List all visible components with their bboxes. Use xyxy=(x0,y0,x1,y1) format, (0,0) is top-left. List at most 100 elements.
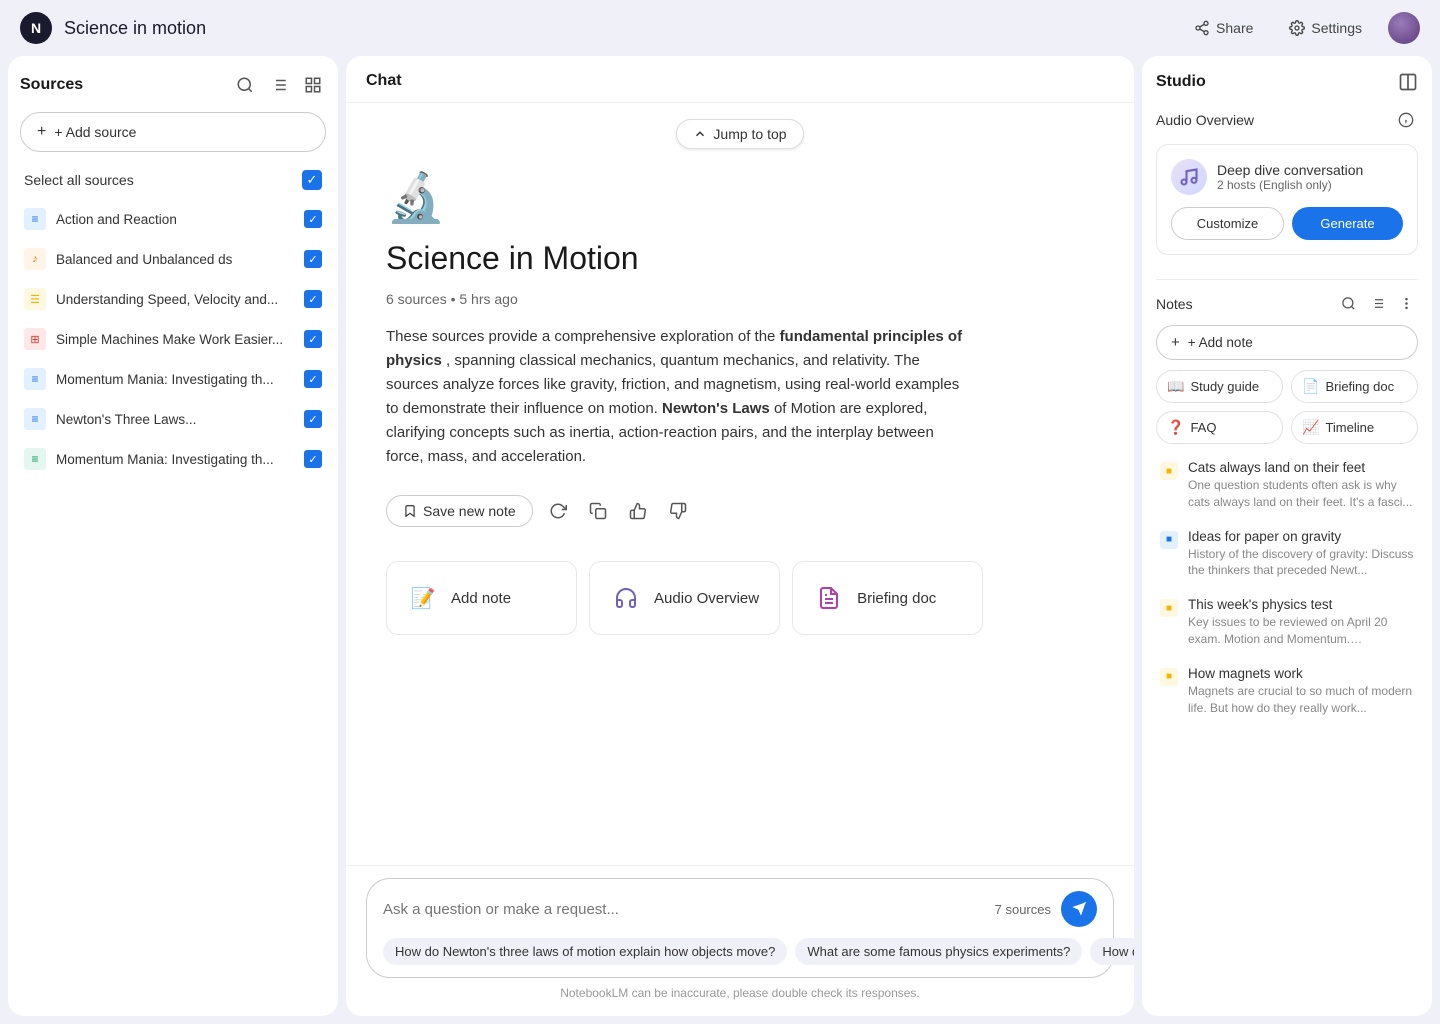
thumbs-down-button[interactable] xyxy=(663,496,693,526)
audio-overview-card[interactable]: Audio Overview xyxy=(589,561,780,635)
add-source-button[interactable]: + + Add source xyxy=(20,112,326,152)
plus-icon: + xyxy=(1171,334,1180,351)
sources-count-badge: 7 sources xyxy=(995,902,1051,917)
studio-header: Studio xyxy=(1156,72,1418,92)
footer-disclaimer: NotebookLM can be inaccurate, please dou… xyxy=(366,986,1114,1000)
source-icon: ≡ xyxy=(24,448,46,470)
sort-notes-button[interactable] xyxy=(1366,292,1389,315)
search-notes-button[interactable] xyxy=(1337,292,1360,315)
settings-button[interactable]: Settings xyxy=(1279,14,1372,42)
chat-main-title: Science in Motion xyxy=(386,240,639,277)
audio-overview-info-button[interactable] xyxy=(1394,108,1418,132)
timeline-button[interactable]: 📈 Timeline xyxy=(1291,411,1418,444)
add-note-card-label: Add note xyxy=(451,590,511,607)
source-checkbox[interactable]: ✓ xyxy=(304,290,322,308)
note-bullet-4: ■ xyxy=(1160,668,1178,686)
audio-overview-card-label: Audio Overview xyxy=(654,590,759,607)
source-checkbox[interactable]: ✓ xyxy=(304,370,322,388)
sidebar-tools xyxy=(232,72,326,98)
topbar: N Science in motion Share Settings xyxy=(0,0,1440,56)
select-all-label: Select all sources xyxy=(24,172,134,188)
chat-input[interactable] xyxy=(383,901,985,918)
chat-description: These sources provide a comprehensive ex… xyxy=(386,325,966,469)
copy-button[interactable] xyxy=(583,496,613,526)
divider xyxy=(1156,279,1418,280)
suggestions-row: How do Newton's three laws of motion exp… xyxy=(383,937,1097,965)
share-button[interactable]: Share xyxy=(1184,14,1263,42)
note-item-1[interactable]: ■ Cats always land on their feet One que… xyxy=(1156,452,1418,519)
copy-icon xyxy=(589,502,607,520)
note-item-4[interactable]: ■ How magnets work Magnets are crucial t… xyxy=(1156,658,1418,725)
list-item[interactable]: ☰ Understanding Speed, Velocity and... ✓ xyxy=(20,280,326,318)
timeline-icon: 📈 xyxy=(1302,419,1319,436)
note-title-1: Cats always land on their feet xyxy=(1188,460,1414,475)
filter-sources-button[interactable] xyxy=(266,72,292,98)
note-preview-1: One question students often ask is why c… xyxy=(1188,477,1414,511)
send-button[interactable] xyxy=(1061,891,1097,927)
select-all-checkbox[interactable]: ✓ xyxy=(302,170,322,190)
briefing-doc-button[interactable]: 📄 Briefing doc xyxy=(1291,370,1418,403)
select-all-row[interactable]: Select all sources ✓ xyxy=(20,164,326,196)
sources-sidebar: Sources xyxy=(8,56,338,1016)
note-preview-4: Magnets are crucial to so much of modern… xyxy=(1188,683,1414,717)
note-type-buttons: 📖 Study guide 📄 Briefing doc ❓ FAQ 📈 Tim… xyxy=(1156,370,1418,444)
refresh-icon xyxy=(549,502,567,520)
search-notes-icon xyxy=(1341,296,1356,311)
customize-button[interactable]: Customize xyxy=(1171,207,1284,240)
list-item[interactable]: ≡ Newton's Three Laws... ✓ xyxy=(20,400,326,438)
columns-icon xyxy=(1398,72,1418,92)
note-preview-2: History of the discovery of gravity: Dis… xyxy=(1188,546,1414,580)
bookmark-icon xyxy=(403,504,417,518)
list-item[interactable]: ♪ Balanced and Unbalanced ds ✓ xyxy=(20,240,326,278)
note-title-4: How magnets work xyxy=(1188,666,1414,681)
user-avatar[interactable] xyxy=(1388,12,1420,44)
note-bullet-3: ■ xyxy=(1160,599,1178,617)
chat-body: Jump to top 🔬 Science in Motion 6 source… xyxy=(346,103,1134,865)
suggestion-chip-1[interactable]: How do Newton's three laws of motion exp… xyxy=(383,938,787,965)
notes-more-button[interactable] xyxy=(1395,292,1418,315)
list-item[interactable]: ≡ Momentum Mania: Investigating th... ✓ xyxy=(20,440,326,478)
suggestion-chip-2[interactable]: What are some famous physics experiments… xyxy=(795,938,1082,965)
jump-to-top-button[interactable]: Jump to top xyxy=(676,119,803,149)
note-item-3[interactable]: ■ This week's physics test Key issues to… xyxy=(1156,589,1418,656)
layout-toggle-button[interactable] xyxy=(300,72,326,98)
chat-intro: 🔬 Science in Motion 6 sources • 5 hrs ag… xyxy=(386,169,1094,635)
studio-layout-toggle[interactable] xyxy=(1398,72,1418,92)
note-bullet-1: ■ xyxy=(1160,462,1178,480)
briefing-doc-icon: 📄 xyxy=(1302,378,1319,395)
list-item[interactable]: ≡ Momentum Mania: Investigating th... ✓ xyxy=(20,360,326,398)
list-item[interactable]: ⊞ Simple Machines Make Work Easier... ✓ xyxy=(20,320,326,358)
study-guide-button[interactable]: 📖 Study guide xyxy=(1156,370,1283,403)
note-item-2[interactable]: ■ Ideas for paper on gravity History of … xyxy=(1156,521,1418,588)
deep-dive-card: Deep dive conversation 2 hosts (English … xyxy=(1156,144,1418,255)
source-checkbox[interactable]: ✓ xyxy=(304,330,322,348)
thumbs-up-button[interactable] xyxy=(623,496,653,526)
suggestion-chip-3[interactable]: How do the laws of gra at very high spee… xyxy=(1090,938,1134,965)
source-icon: ≡ xyxy=(24,408,46,430)
sidebar-header: Sources xyxy=(20,72,326,98)
source-checkbox[interactable]: ✓ xyxy=(304,210,322,228)
save-new-note-button[interactable]: Save new note xyxy=(386,495,533,527)
note-bullet-2: ■ xyxy=(1160,531,1178,549)
source-checkbox[interactable]: ✓ xyxy=(304,250,322,268)
list-item[interactable]: ≡ Action and Reaction ✓ xyxy=(20,200,326,238)
chevron-up-icon xyxy=(693,127,707,141)
source-checkbox[interactable]: ✓ xyxy=(304,410,322,428)
source-checkbox[interactable]: ✓ xyxy=(304,450,322,468)
more-vertical-icon xyxy=(1399,296,1414,311)
chat-footer: 7 sources How do Newton's three laws of … xyxy=(346,865,1134,1016)
source-icon: ≡ xyxy=(24,368,46,390)
add-note-card[interactable]: 📝 Add note xyxy=(386,561,577,635)
faq-button[interactable]: ❓ FAQ xyxy=(1156,411,1283,444)
add-note-button[interactable]: + + Add note xyxy=(1156,325,1418,360)
briefing-doc-card-label: Briefing doc xyxy=(857,590,936,607)
briefing-doc-card[interactable]: Briefing doc xyxy=(792,561,983,635)
refresh-button[interactable] xyxy=(543,496,573,526)
note-title-3: This week's physics test xyxy=(1188,597,1414,612)
thumbs-down-icon xyxy=(669,502,687,520)
generate-button[interactable]: Generate xyxy=(1292,207,1403,240)
thumbs-up-icon xyxy=(629,502,647,520)
source-name: Momentum Mania: Investigating th... xyxy=(56,452,274,467)
search-sources-button[interactable] xyxy=(232,72,258,98)
source-icon: ☰ xyxy=(24,288,46,310)
